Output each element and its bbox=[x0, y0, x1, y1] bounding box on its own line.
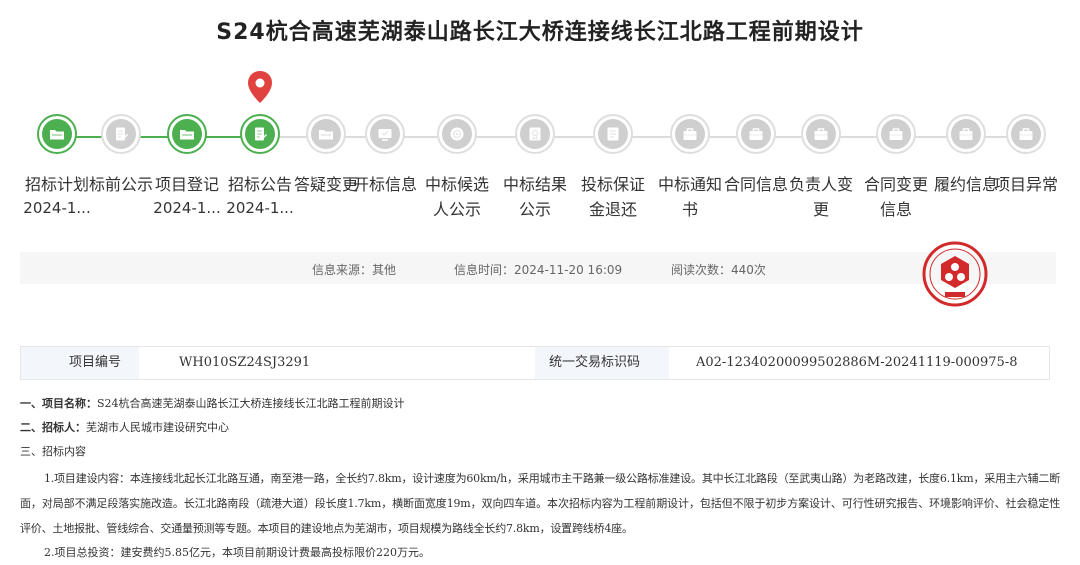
step-15[interactable]: 项目异常 bbox=[987, 114, 1065, 199]
briefcase-icon bbox=[683, 128, 697, 140]
official-seal-stamp bbox=[922, 241, 988, 307]
step-label: 负责人变更 bbox=[788, 175, 853, 219]
item-tenderer: 二、招标人：芜湖市人民城市建设研究中心 bbox=[20, 416, 1060, 440]
briefcase-icon bbox=[889, 128, 903, 140]
award-doc-icon bbox=[529, 127, 541, 141]
step-circle[interactable] bbox=[437, 114, 477, 154]
briefcase-icon bbox=[1019, 128, 1033, 140]
step-circle[interactable] bbox=[593, 114, 633, 154]
step-label: 合同变更信息 bbox=[863, 175, 928, 219]
folder-icon bbox=[319, 130, 333, 140]
step-circle[interactable] bbox=[946, 114, 986, 154]
step-circle[interactable] bbox=[670, 114, 710, 154]
step-circle[interactable] bbox=[306, 114, 346, 154]
step-circle[interactable] bbox=[365, 114, 405, 154]
info-views: 阅读次数：440次 bbox=[671, 263, 766, 277]
trade-code-label-cell: 统一交易标识码 bbox=[535, 347, 669, 379]
briefcase-icon bbox=[814, 128, 828, 140]
step-circle[interactable] bbox=[876, 114, 916, 154]
trade-code-label: 统一交易标识码 bbox=[549, 355, 641, 370]
step-circle[interactable] bbox=[167, 114, 207, 154]
trade-code-value: A02-12340200099502886M-20241119-000975-8 bbox=[696, 355, 1018, 370]
step-date: 2024-1... bbox=[23, 199, 91, 217]
item-project-name-label: 一、项目名称： bbox=[20, 397, 97, 410]
step-circle[interactable] bbox=[101, 114, 141, 154]
step-6[interactable]: 开标信息 bbox=[346, 114, 424, 199]
item-tenderer-value: 芜湖市人民城市建设研究中心 bbox=[86, 421, 229, 434]
step-label: 开标信息 bbox=[352, 175, 417, 194]
project-no-value: WH010SZ24SJ3291 bbox=[179, 355, 311, 370]
step-13[interactable]: 合同变更信息 bbox=[857, 114, 935, 224]
current-location-pin-icon bbox=[248, 71, 272, 103]
info-source: 信息来源：其他 bbox=[312, 263, 397, 277]
project-no-label-cell: 项目编号 bbox=[21, 347, 139, 379]
step-3[interactable]: 项目登记 2024-1... bbox=[148, 114, 226, 217]
step-9[interactable]: 投标保证金退还 bbox=[574, 114, 652, 224]
briefcase-icon bbox=[749, 128, 763, 140]
step-label: 中标候选人公示 bbox=[424, 175, 489, 219]
folder-icon bbox=[50, 130, 64, 140]
step-circle[interactable] bbox=[801, 114, 841, 154]
project-no-label: 项目编号 bbox=[69, 355, 122, 370]
edit-doc-icon bbox=[116, 127, 128, 141]
step-circle[interactable] bbox=[37, 114, 77, 154]
step-date: 2024-1... bbox=[153, 199, 221, 217]
item-project-name-value: S24杭合高速芜湖泰山路长江大桥连接线长江北路工程前期设计 bbox=[97, 397, 405, 410]
step-label: 项目异常 bbox=[993, 175, 1058, 194]
item-project-name: 一、项目名称：S24杭合高速芜湖泰山路长江大桥连接线长江北路工程前期设计 bbox=[20, 392, 1060, 416]
doc-list-icon bbox=[607, 127, 619, 141]
step-label: 项目登记 bbox=[154, 175, 219, 194]
step-circle[interactable] bbox=[515, 114, 555, 154]
target-icon bbox=[450, 127, 464, 141]
tv-icon bbox=[378, 129, 392, 141]
item-tenderer-label: 二、招标人： bbox=[20, 421, 86, 434]
step-8[interactable]: 中标结果公示 bbox=[496, 114, 574, 224]
info-bar: 信息来源：其他 信息时间：2024-11-20 16:09 阅读次数：440次 bbox=[20, 252, 1056, 284]
info-time: 信息时间：2024-11-20 16:09 bbox=[454, 263, 623, 277]
construction-content-paragraph: 1.项目建设内容：本连接线北起长江北路互通，南至港一路，全长约7.8km，设计速… bbox=[20, 472, 1060, 535]
folder-icon bbox=[180, 130, 194, 140]
item-tender-content-heading: 三、招标内容 bbox=[20, 445, 86, 458]
step-circle[interactable] bbox=[240, 114, 280, 154]
step-label: 投标保证金退还 bbox=[580, 175, 645, 219]
step-12[interactable]: 负责人变更 bbox=[782, 114, 860, 224]
page-title: S24杭合高速芜湖泰山路长江大桥连接线长江北路工程前期设计 bbox=[216, 20, 864, 45]
step-7[interactable]: 中标候选人公示 bbox=[418, 114, 496, 224]
project-info-table: 项目编号 WH010SZ24SJ3291 统一交易标识码 A02-1234020… bbox=[20, 346, 1050, 380]
announcement-content: 一、项目名称：S24杭合高速芜湖泰山路长江大桥连接线长江北路工程前期设计 二、招… bbox=[20, 392, 1060, 565]
step-circle[interactable] bbox=[736, 114, 776, 154]
step-circle[interactable] bbox=[1006, 114, 1046, 154]
step-label: 中标结果公示 bbox=[502, 175, 567, 219]
step-date: 2024-1... bbox=[226, 199, 294, 217]
edit-doc-icon bbox=[255, 127, 267, 141]
briefcase-icon bbox=[959, 128, 973, 140]
investment-paragraph: 2.项目总投资：建安费约5.85亿元，本项目前期设计费最高投标限价220万元。 bbox=[44, 546, 430, 559]
